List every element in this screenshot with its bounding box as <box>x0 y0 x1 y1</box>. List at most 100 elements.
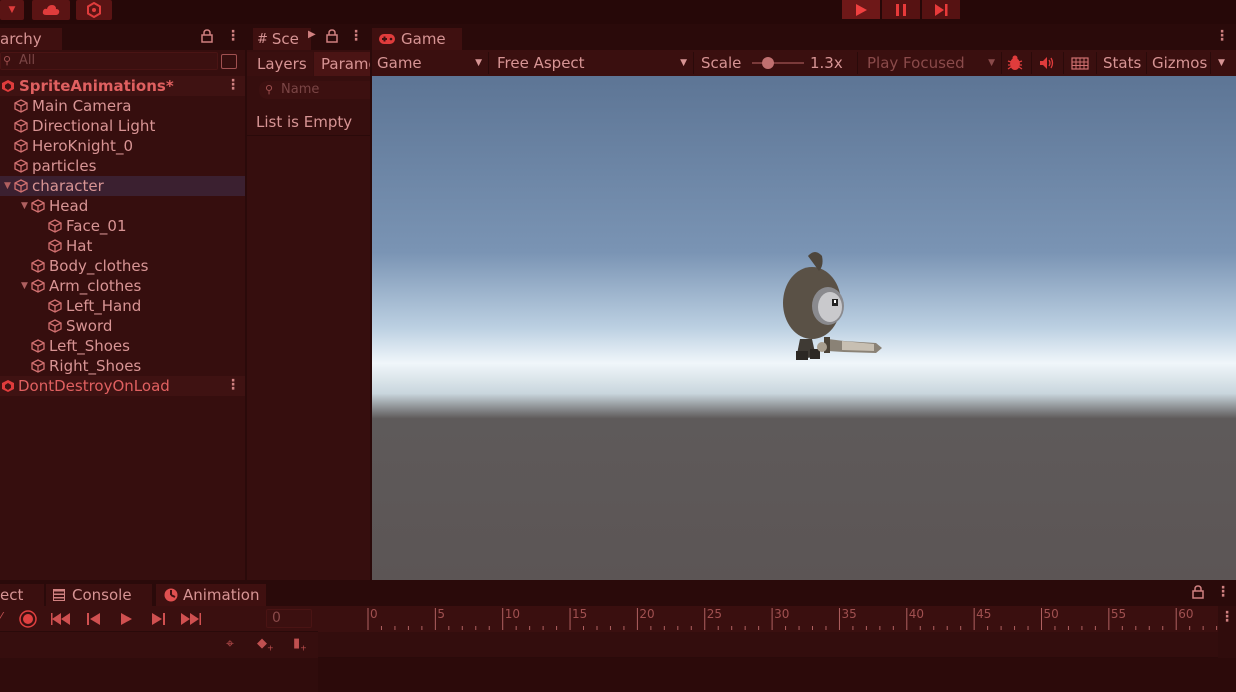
timeline-area[interactable] <box>318 632 1218 658</box>
gameobject-icon <box>48 299 62 313</box>
tab-hierarchy-label: archy <box>0 30 42 48</box>
hierarchy-item-label: Sword <box>66 317 113 335</box>
stats-button[interactable]: Stats <box>1103 50 1141 76</box>
ruler-tick-label: 0 <box>370 607 378 621</box>
kebab-icon[interactable]: ⋮ <box>226 28 240 44</box>
play-button[interactable] <box>842 0 880 19</box>
gizmos-button[interactable]: Gizmos <box>1152 50 1207 76</box>
first-key-icon[interactable] <box>51 613 71 625</box>
preview-toggle-icon[interactable]: ⁄ <box>0 610 2 624</box>
add-keyframe-icon[interactable]: ◆+ <box>257 636 274 653</box>
play-mode-dropdown[interactable]: Play Focused ▼ <box>867 50 995 76</box>
tab-animation[interactable]: Animation <box>156 584 266 606</box>
next-key-icon[interactable] <box>151 613 165 625</box>
account-dropdown[interactable]: ▼ <box>0 0 24 20</box>
gameobject-icon <box>31 279 45 293</box>
kebab-icon[interactable]: ⋮ <box>226 377 240 393</box>
frame-field[interactable]: 0 <box>266 609 312 628</box>
scale-slider[interactable] <box>752 57 804 69</box>
record-icon[interactable] <box>19 610 37 628</box>
hierarchy-item[interactable]: Left_Shoes <box>0 336 245 356</box>
play-animation-icon[interactable] <box>120 613 132 625</box>
cloud-button[interactable] <box>32 0 70 20</box>
scale-slider-thumb[interactable] <box>761 57 774 69</box>
hierarchy-item[interactable]: Right_Shoes <box>0 356 245 376</box>
hierarchy-search-input[interactable]: ⚲ All <box>0 52 218 70</box>
layers-tab[interactable]: Layers <box>247 52 313 76</box>
kebab-icon[interactable]: ⋮ <box>349 28 363 44</box>
parameters-tab-label: Parame <box>321 55 370 73</box>
chevron-down-icon: ▼ <box>680 58 687 68</box>
hierarchy-item[interactable]: ▼ Arm_clothes <box>0 276 245 296</box>
animation-clock-icon <box>164 588 178 602</box>
hierarchy-item-label: Left_Hand <box>66 297 142 315</box>
lock-icon[interactable] <box>201 29 213 47</box>
scroll-tabs-icon[interactable]: ▶ <box>308 29 316 40</box>
tab-scene[interactable]: # Sce <box>253 28 311 50</box>
tab-hierarchy[interactable]: archy <box>0 28 62 50</box>
gameobject-icon <box>14 139 28 153</box>
parameters-tab[interactable]: Parame <box>314 52 370 76</box>
pause-icon <box>896 3 906 16</box>
game-viewport[interactable] <box>372 76 1236 580</box>
collab-button[interactable] <box>76 0 112 20</box>
filter-keys-icon[interactable]: ⌖ <box>226 636 234 652</box>
aspect-dropdown[interactable]: Free Aspect ▼ <box>497 50 687 76</box>
gameobject-icon <box>14 99 28 113</box>
hierarchy-search-placeholder: All <box>19 53 36 68</box>
lock-icon[interactable] <box>326 29 338 47</box>
hierarchy-item[interactable]: ▼ character <box>0 176 245 196</box>
hierarchy-item[interactable]: Hat <box>0 236 245 256</box>
tab-project[interactable]: ect <box>0 584 44 606</box>
display-dropdown[interactable]: Game ▼ <box>377 50 482 76</box>
debug-button[interactable] <box>1006 50 1024 76</box>
shortcuts-button[interactable] <box>1071 50 1089 76</box>
hierarchy-item[interactable]: Directional Light <box>0 116 245 136</box>
step-button[interactable] <box>922 0 960 19</box>
scale-value-text: 1.3x <box>810 54 843 72</box>
hierarchy-item[interactable]: Main Camera <box>0 96 245 116</box>
parameter-search-input[interactable]: ⚲ Name <box>259 81 370 99</box>
pause-button[interactable] <box>882 0 920 19</box>
scene-root-row[interactable]: SpriteAnimations* ⋮ <box>0 76 245 96</box>
timeline-ruler-svg: 0 5 10 15 20 25 30 35 40 45 50 55 60 <box>367 607 1218 630</box>
curves-area[interactable] <box>318 658 1236 692</box>
kebab-icon[interactable]: ⋮ <box>1216 584 1230 600</box>
gizmos-dropdown[interactable]: ▼ <box>1218 50 1225 76</box>
expand-arrow-icon[interactable]: ▼ <box>21 201 31 211</box>
hierarchy-item[interactable]: HeroKnight_0 <box>0 136 245 156</box>
hierarchy-item-label: Face_01 <box>66 217 127 235</box>
unity-scene-icon <box>2 80 14 92</box>
hierarchy-item[interactable]: Face_01 <box>0 216 245 236</box>
ruler-tick-label: 5 <box>437 607 445 621</box>
kebab-icon[interactable]: ⋮ <box>226 77 240 93</box>
gameobject-icon <box>31 339 45 353</box>
hierarchy-item[interactable]: Left_Hand <box>0 296 245 316</box>
game-render <box>372 76 1236 580</box>
add-event-icon[interactable]: ▮+ <box>293 636 307 653</box>
hierarchy-item[interactable]: ▼ Head <box>0 196 245 216</box>
mute-audio-button[interactable] <box>1039 50 1055 76</box>
search-by-type-button[interactable] <box>221 54 237 69</box>
hierarchy-item[interactable]: Sword <box>0 316 245 336</box>
ruler-tick-label: 25 <box>707 607 722 621</box>
dont-destroy-row[interactable]: DontDestroyOnLoad ⋮ <box>0 376 245 396</box>
kebab-icon[interactable]: ⋮ <box>1220 609 1234 625</box>
scene-name: SpriteAnimations* <box>19 77 174 95</box>
tab-game[interactable]: Game <box>372 28 462 50</box>
timeline-ruler[interactable]: 0 5 10 15 20 25 30 35 40 45 50 55 60 <box>318 606 1218 632</box>
expand-arrow-icon[interactable]: ▼ <box>4 181 14 191</box>
lock-icon[interactable] <box>1192 585 1204 603</box>
gizmos-label: Gizmos <box>1152 54 1208 72</box>
tab-console-label: Console <box>72 586 132 604</box>
hierarchy-item[interactable]: particles <box>0 156 245 176</box>
hierarchy-item[interactable]: Body_clothes <box>0 256 245 276</box>
frame-value: 0 <box>272 610 281 626</box>
last-key-icon[interactable] <box>181 613 201 625</box>
kebab-icon[interactable]: ⋮ <box>1215 28 1229 44</box>
prev-key-icon[interactable] <box>87 613 101 625</box>
tab-console[interactable]: Console <box>46 584 152 606</box>
chevron-down-icon: ▼ <box>8 5 16 15</box>
expand-arrow-icon[interactable]: ▼ <box>21 281 31 291</box>
gameobject-icon <box>48 319 62 333</box>
